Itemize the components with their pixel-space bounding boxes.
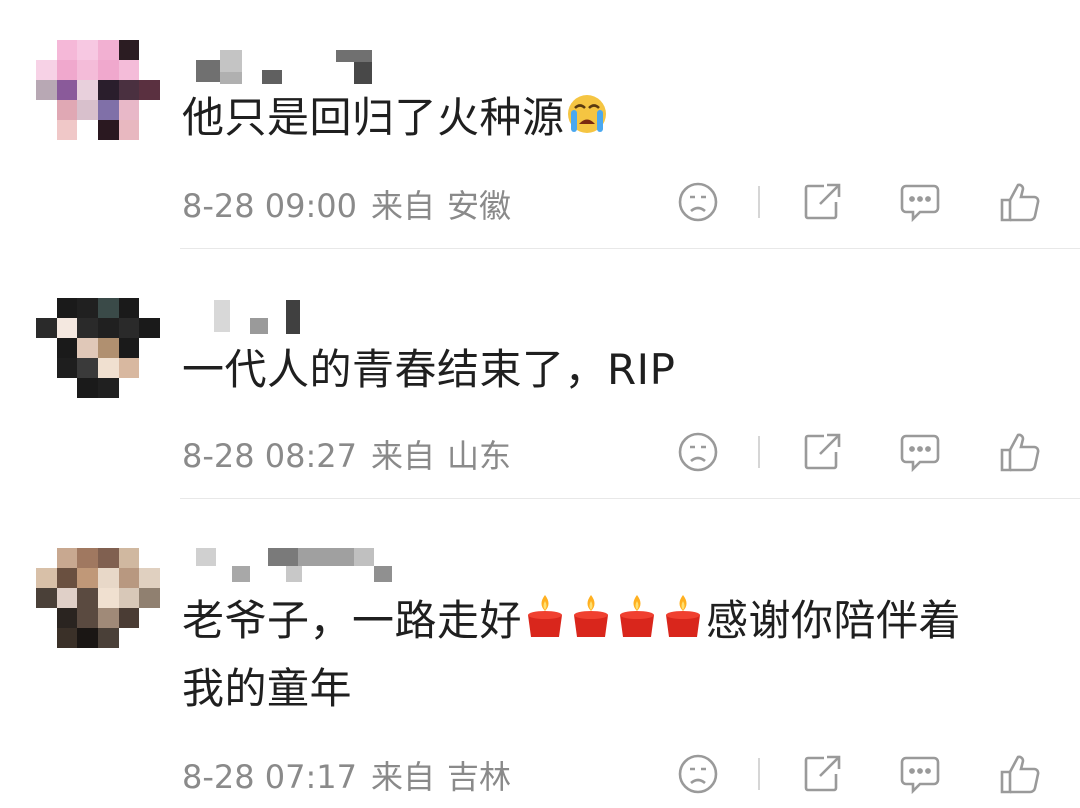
share-icon[interactable] [800,180,844,224]
comment-text: 他只是回归了火种源 [182,85,609,151]
comment-icon[interactable] [898,180,942,224]
dislike-icon[interactable] [676,430,720,474]
candle-icon [568,593,614,639]
divider [180,248,1080,249]
avatar[interactable] [36,548,160,648]
comment-icon[interactable] [898,430,942,474]
comment-region: 吉林 [447,758,512,796]
comment-date: 8-28 09:00 [182,187,358,225]
comment-region: 山东 [447,437,512,475]
from-label: 来自 [371,758,436,796]
comment-meta: 8-28 09:00 来自 安徽 [182,181,511,227]
comment-text: 一代人的青春结束了，RIP [182,345,676,394]
comment-date: 8-28 07:17 [182,758,358,796]
like-icon[interactable] [998,180,1042,224]
divider [180,498,1080,499]
comment-text: 老爷子，一路走好 感谢你陪伴着 [182,588,961,654]
action-separator [758,436,760,468]
comment-meta: 8-28 08:27 来自 山东 [182,431,511,477]
share-icon[interactable] [800,430,844,474]
comment-meta: 8-28 07:17 来自 吉林 [182,752,511,798]
share-icon[interactable] [800,752,844,796]
comment-icon[interactable] [898,752,942,796]
avatar[interactable] [36,298,160,398]
candle-icon [614,593,660,639]
comment-date: 8-28 08:27 [182,437,358,475]
candle-icon [660,593,706,639]
dislike-icon[interactable] [676,752,720,796]
from-label: 来自 [371,187,436,225]
dislike-icon[interactable] [676,180,720,224]
from-label: 来自 [371,437,436,475]
avatar[interactable] [36,40,160,140]
action-separator [758,186,760,218]
like-icon[interactable] [998,430,1042,474]
comment-region: 安徽 [447,187,512,225]
comment-text-line2: 我的童年 [182,664,353,713]
candle-icon [522,593,568,639]
action-separator [758,758,760,790]
like-icon[interactable] [998,752,1042,796]
crying-face-icon [565,92,609,136]
